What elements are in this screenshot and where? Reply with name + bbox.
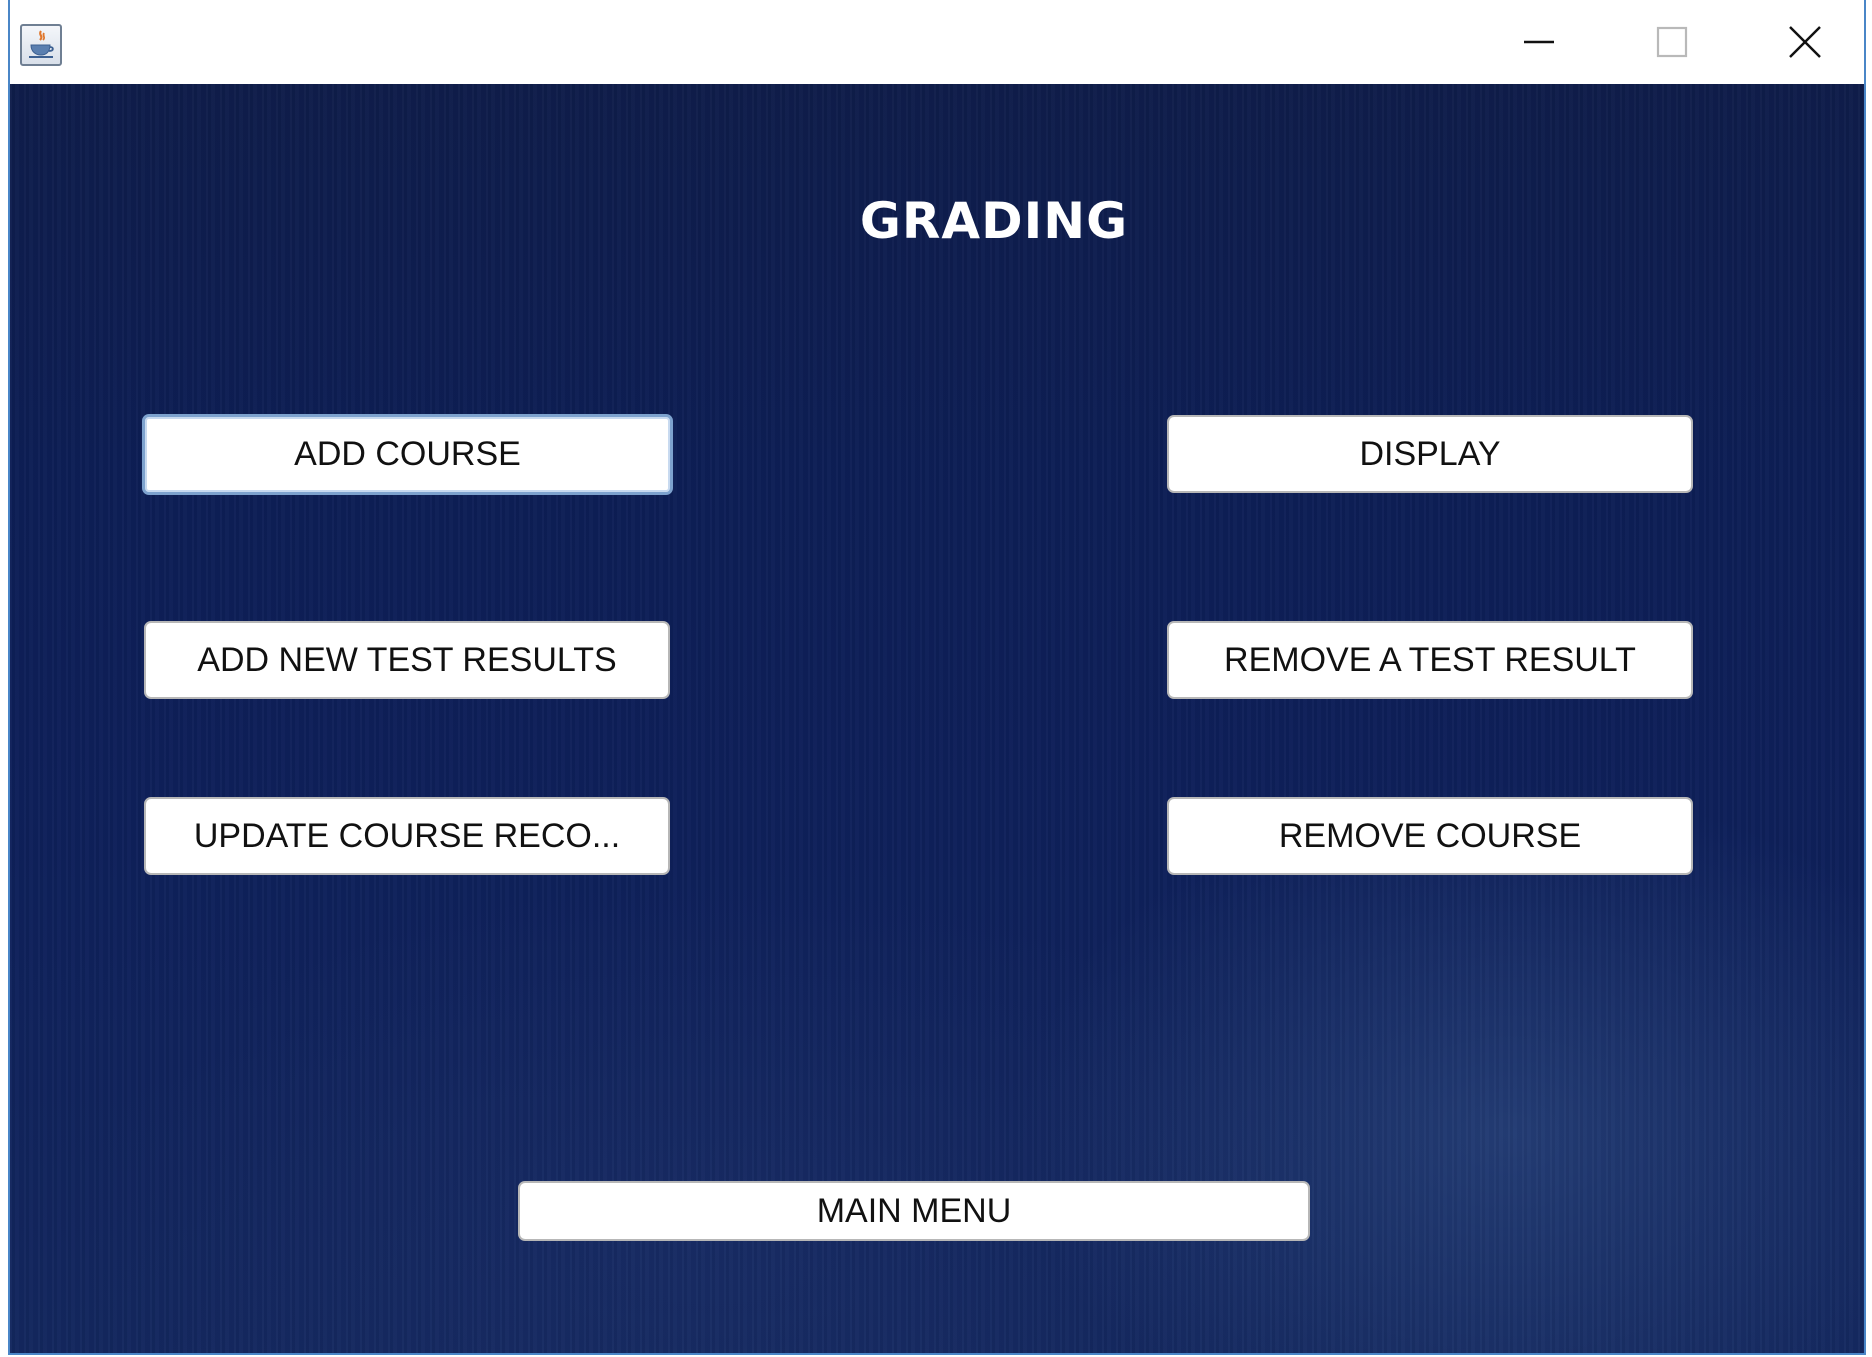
title-bar[interactable] (10, 0, 1864, 84)
maximize-button[interactable] (1605, 0, 1739, 84)
remove-course-button[interactable]: REMOVE COURSE (1167, 797, 1693, 875)
close-icon (1789, 26, 1821, 58)
java-cup-icon[interactable] (20, 24, 62, 66)
grading-panel: GRADING ADD COURSE DISPLAY ADD NEW TEST … (10, 84, 1864, 1353)
display-button[interactable]: DISPLAY (1167, 415, 1693, 493)
add-course-button[interactable]: ADD COURSE (142, 414, 673, 495)
minimize-button[interactable] (1472, 0, 1606, 84)
maximize-icon (1656, 26, 1688, 58)
add-new-test-results-button[interactable]: ADD NEW TEST RESULTS (144, 621, 670, 699)
close-button[interactable] (1738, 0, 1872, 84)
remove-test-result-button[interactable]: REMOVE A TEST RESULT (1167, 621, 1693, 699)
minimize-icon (1524, 40, 1554, 44)
application-window: GRADING ADD COURSE DISPLAY ADD NEW TEST … (8, 0, 1866, 1355)
main-menu-button[interactable]: MAIN MENU (518, 1181, 1310, 1241)
page-title: GRADING (859, 192, 1129, 250)
update-course-record-button[interactable]: UPDATE COURSE RECO... (144, 797, 670, 875)
